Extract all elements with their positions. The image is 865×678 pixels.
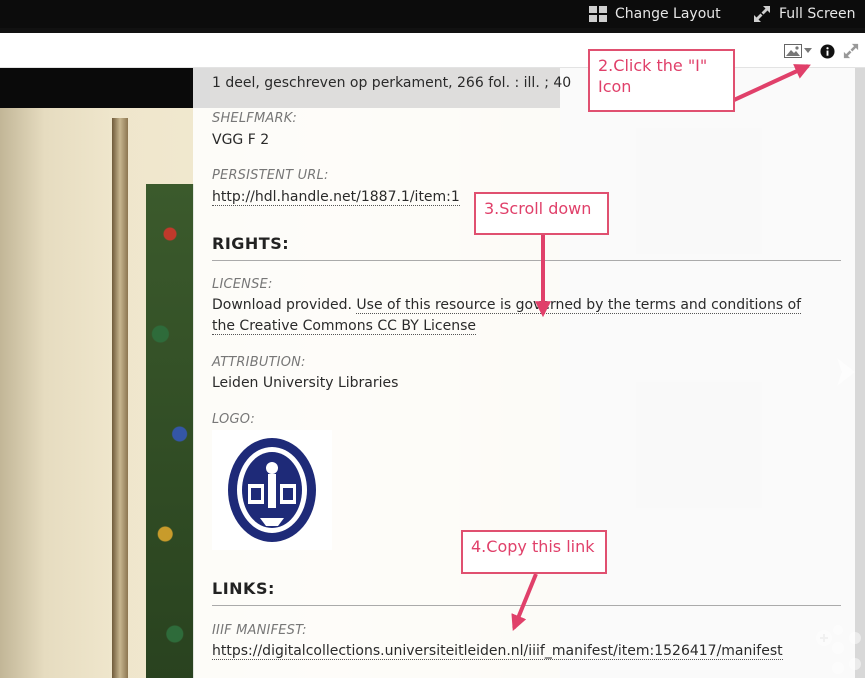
- callout-step4: 4.Copy this link: [461, 530, 607, 574]
- arrow-to-manifest-link: [511, 573, 538, 631]
- callout-step2: 2.Click the "I" Icon: [588, 49, 735, 112]
- callout-step3: 3.Scroll down: [474, 192, 609, 235]
- arrow-to-info-icon: [733, 64, 811, 102]
- annotation-arrows: [511, 64, 811, 631]
